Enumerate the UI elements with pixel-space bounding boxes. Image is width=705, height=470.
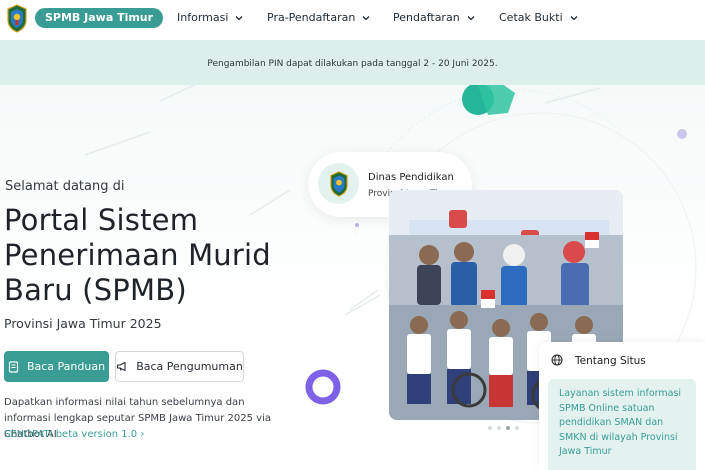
carousel-dot[interactable]: [497, 426, 501, 430]
baca-panduan-label: Baca Panduan: [26, 360, 106, 373]
page-title: Portal Sistem Penerimaan Murid Baru (SPM…: [4, 203, 271, 307]
book-icon: [8, 360, 19, 373]
top-navbar: SPMB Jawa Timur Informasi Pra-Pendaftara…: [0, 0, 705, 40]
nav-pendaftaran[interactable]: Pendaftaran: [393, 11, 476, 24]
nav-label: Pra-Pendaftaran: [267, 11, 356, 24]
baca-pengumuman-label: Baca Pengumuman: [136, 360, 243, 373]
carousel-dot[interactable]: [488, 426, 492, 430]
nav-label: Informasi: [177, 11, 229, 24]
carousel-dot[interactable]: [515, 426, 519, 430]
baca-pengumuman-button[interactable]: Baca Pengumuman: [115, 351, 244, 382]
chevron-right-icon: ›: [140, 429, 145, 440]
megaphone-icon: [117, 361, 126, 372]
brand-badge[interactable]: SPMB Jawa Timur: [35, 8, 164, 28]
chevron-down-icon: [467, 15, 475, 20]
globe-icon: [551, 354, 563, 366]
nav-label: Cetak Bukti: [499, 11, 563, 24]
senopati-label: SENOPATI beta version 1.0: [4, 429, 138, 440]
nav-label: Pendaftaran: [393, 11, 460, 24]
about-title: Tentang Situs: [575, 355, 646, 367]
page-subtitle: Provinsi Jawa Timur 2025: [4, 316, 162, 331]
chevron-down-icon: [570, 15, 578, 20]
nav-pra-pendaftaran[interactable]: Pra-Pendaftaran: [267, 11, 371, 24]
hero-section: Selamat datang di Portal Sistem Penerima…: [0, 85, 705, 470]
nav-cetak-bukti[interactable]: Cetak Bukti: [499, 11, 579, 24]
baca-panduan-button[interactable]: Baca Panduan: [4, 351, 109, 382]
dinas-name: Dinas Pendidikan: [368, 172, 454, 183]
carousel-dot-active[interactable]: [506, 426, 510, 430]
carousel-indicators: [488, 426, 519, 430]
chevron-down-icon: [362, 15, 370, 20]
welcome-text: Selamat datang di: [5, 179, 125, 194]
jawa-timur-crest-icon[interactable]: [6, 4, 28, 33]
senopati-link[interactable]: SENOPATI beta version 1.0 ›: [4, 429, 144, 440]
tentang-situs-panel: Tentang Situs Layanan sistem informasi S…: [539, 342, 705, 470]
announcement-banner: Pengambilan PIN dapat dilakukan pada tan…: [0, 40, 705, 85]
nav-informasi[interactable]: Informasi: [177, 11, 244, 24]
chevron-down-icon: [235, 15, 243, 20]
jawa-timur-crest-icon: [318, 163, 359, 204]
about-description: Layanan sistem informasi SPMB Online sat…: [548, 379, 696, 470]
